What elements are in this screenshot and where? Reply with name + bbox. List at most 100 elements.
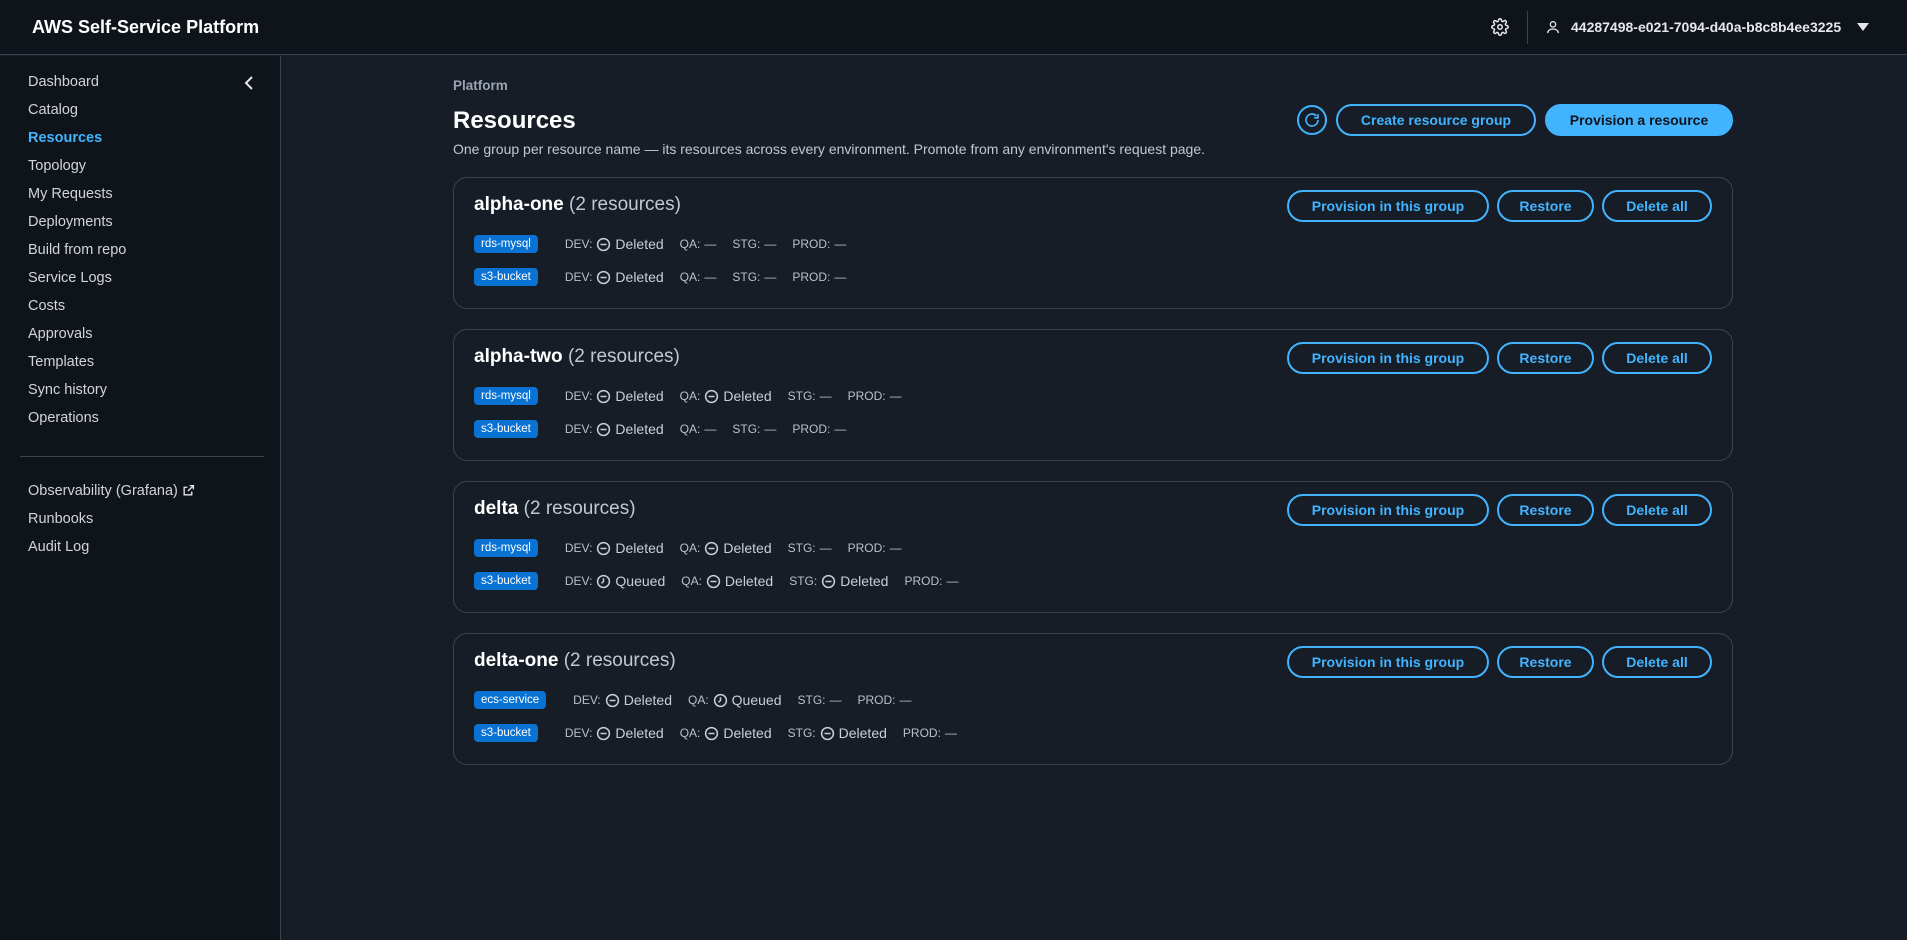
delete-all-button[interactable]: Delete all <box>1602 190 1712 222</box>
env-status-text: Deleted <box>723 540 772 556</box>
sidebar-secondary-nav: Observability (Grafana) Runbooks Audit L… <box>28 482 195 566</box>
provision-resource-button[interactable]: Provision a resource <box>1545 104 1733 136</box>
resource-type-badge[interactable]: s3-bucket <box>474 420 538 438</box>
env-label: QA: <box>687 693 709 707</box>
env-status-text: — <box>764 422 777 436</box>
resource-type-badge[interactable]: rds-mysql <box>474 235 538 253</box>
resource-row: s3-bucket DEV: Deleted QA: — STG: — PROD: — <box>474 420 846 438</box>
env-status: STG: Deleted <box>789 573 888 589</box>
env-label: PROD: <box>792 422 831 436</box>
env-status: STG: — <box>732 422 776 436</box>
page-description: One group per resource name — its resour… <box>453 141 1206 157</box>
collapse-sidebar-button[interactable] <box>240 74 258 92</box>
sidebar-item-observability[interactable]: Observability (Grafana) <box>28 482 195 510</box>
environment-statuses: DEV: Queued QA: Deleted STG: Deleted PROD: — <box>565 573 959 589</box>
group-title: delta-one (2 resources) <box>474 650 676 672</box>
group-actions: Provision in this group Restore Delete all <box>1287 342 1712 374</box>
provision-in-group-button[interactable]: Provision in this group <box>1287 494 1489 526</box>
restore-button[interactable]: Restore <box>1497 342 1594 374</box>
refresh-button[interactable] <box>1297 105 1327 135</box>
env-status-text: — <box>834 422 847 436</box>
env-status-text: Deleted <box>615 725 664 741</box>
resource-type-badge[interactable]: rds-mysql <box>474 387 538 405</box>
env-status: QA: Deleted <box>680 388 772 404</box>
env-status: DEV: Deleted <box>565 540 664 556</box>
env-status: PROD: — <box>858 693 912 707</box>
env-status: QA: Deleted <box>681 573 773 589</box>
provision-in-group-button[interactable]: Provision in this group <box>1287 190 1489 222</box>
env-status-text: Queued <box>731 692 782 708</box>
restore-button[interactable]: Restore <box>1497 494 1594 526</box>
env-label: PROD: <box>904 574 943 588</box>
sidebar-item-service-logs[interactable]: Service Logs <box>28 269 126 297</box>
provision-in-group-button[interactable]: Provision in this group <box>1287 342 1489 374</box>
deleted-icon <box>596 421 611 436</box>
deleted-icon <box>704 388 719 403</box>
sidebar-item-my-requests[interactable]: My Requests <box>28 185 126 213</box>
resource-row: s3-bucket DEV: Queued QA: Deleted STG: Deleted… <box>474 572 958 590</box>
restore-button[interactable]: Restore <box>1497 646 1594 678</box>
delete-all-button[interactable]: Delete all <box>1602 646 1712 678</box>
deleted-icon <box>596 540 611 555</box>
group-count: (2 resources) <box>523 498 636 519</box>
provision-in-group-button[interactable]: Provision in this group <box>1287 646 1489 678</box>
sidebar-item-runbooks[interactable]: Runbooks <box>28 510 195 538</box>
env-status: DEV: Deleted <box>573 692 672 708</box>
sidebar-item-costs[interactable]: Costs <box>28 297 126 325</box>
resource-type-badge[interactable]: s3-bucket <box>474 724 538 742</box>
deleted-icon <box>704 540 719 555</box>
env-label: QA: <box>679 389 701 403</box>
app-title[interactable]: AWS Self-Service Platform <box>32 17 259 38</box>
env-status-text: Deleted <box>724 573 774 589</box>
sidebar-item-audit-log[interactable]: Audit Log <box>28 538 195 566</box>
sidebar-item-dashboard[interactable]: Dashboard <box>28 73 126 101</box>
env-status: DEV: Deleted <box>565 269 664 285</box>
env-label: DEV: <box>564 422 593 436</box>
sidebar-item-resources[interactable]: Resources <box>28 129 126 157</box>
env-label: STG: <box>789 574 818 588</box>
resource-group-card: alpha-two (2 resources) Provision in this… <box>453 329 1733 461</box>
sidebar-item-topology[interactable]: Topology <box>28 157 126 185</box>
resource-row: s3-bucket DEV: Deleted QA: Deleted STG: Delete… <box>474 724 957 742</box>
env-status-text: Deleted <box>615 421 664 437</box>
settings-button[interactable] <box>1489 16 1511 38</box>
env-status: DEV: Deleted <box>565 725 664 741</box>
env-status: QA: — <box>680 237 717 251</box>
external-link-icon <box>183 484 194 496</box>
sidebar-item-operations[interactable]: Operations <box>28 409 126 437</box>
env-label: STG: <box>732 270 761 284</box>
delete-all-button[interactable]: Delete all <box>1602 494 1712 526</box>
resource-group-card: delta-one (2 resources) Provision in this… <box>453 633 1733 765</box>
sidebar-item-catalog[interactable]: Catalog <box>28 101 126 129</box>
group-name: delta <box>474 498 519 519</box>
restore-button[interactable]: Restore <box>1497 190 1594 222</box>
deleted-icon <box>596 236 611 251</box>
resource-type-badge[interactable]: ecs-service <box>474 691 547 709</box>
deleted-icon <box>706 573 721 588</box>
env-label: STG: <box>787 389 816 403</box>
env-status-text: Deleted <box>723 725 772 741</box>
sidebar-item-deployments[interactable]: Deployments <box>28 213 126 241</box>
sidebar-nav: Dashboard Catalog Resources Topology My … <box>28 73 126 437</box>
sidebar-item-sync-history[interactable]: Sync history <box>28 381 126 409</box>
group-title: alpha-two (2 resources) <box>474 346 680 368</box>
resource-row: rds-mysql DEV: Deleted QA: Deleted STG: — PROD:… <box>474 539 902 557</box>
env-status: QA: — <box>680 270 717 284</box>
delete-all-button[interactable]: Delete all <box>1602 342 1712 374</box>
env-status-text: Deleted <box>723 388 772 404</box>
chevron-left-icon <box>244 76 253 90</box>
sidebar-item-templates[interactable]: Templates <box>28 353 126 381</box>
environment-statuses: DEV: Deleted QA: — STG: — PROD: — <box>565 269 847 285</box>
resource-type-badge[interactable]: s3-bucket <box>474 572 538 590</box>
user-menu[interactable]: 44287498-e021-7094-d40a-b8c8b4ee3225 <box>1545 16 1870 38</box>
resource-type-badge[interactable]: rds-mysql <box>474 539 538 557</box>
sidebar-item-approvals[interactable]: Approvals <box>28 325 126 353</box>
env-status-text: — <box>946 574 959 588</box>
resource-type-badge[interactable]: s3-bucket <box>474 268 538 286</box>
create-resource-group-button[interactable]: Create resource group <box>1336 104 1536 136</box>
deleted-icon <box>596 269 611 284</box>
env-label: DEV: <box>564 270 593 284</box>
breadcrumb[interactable]: Platform <box>453 78 508 93</box>
sidebar-item-build-from-repo[interactable]: Build from repo <box>28 241 126 269</box>
env-status-text: — <box>704 237 717 251</box>
